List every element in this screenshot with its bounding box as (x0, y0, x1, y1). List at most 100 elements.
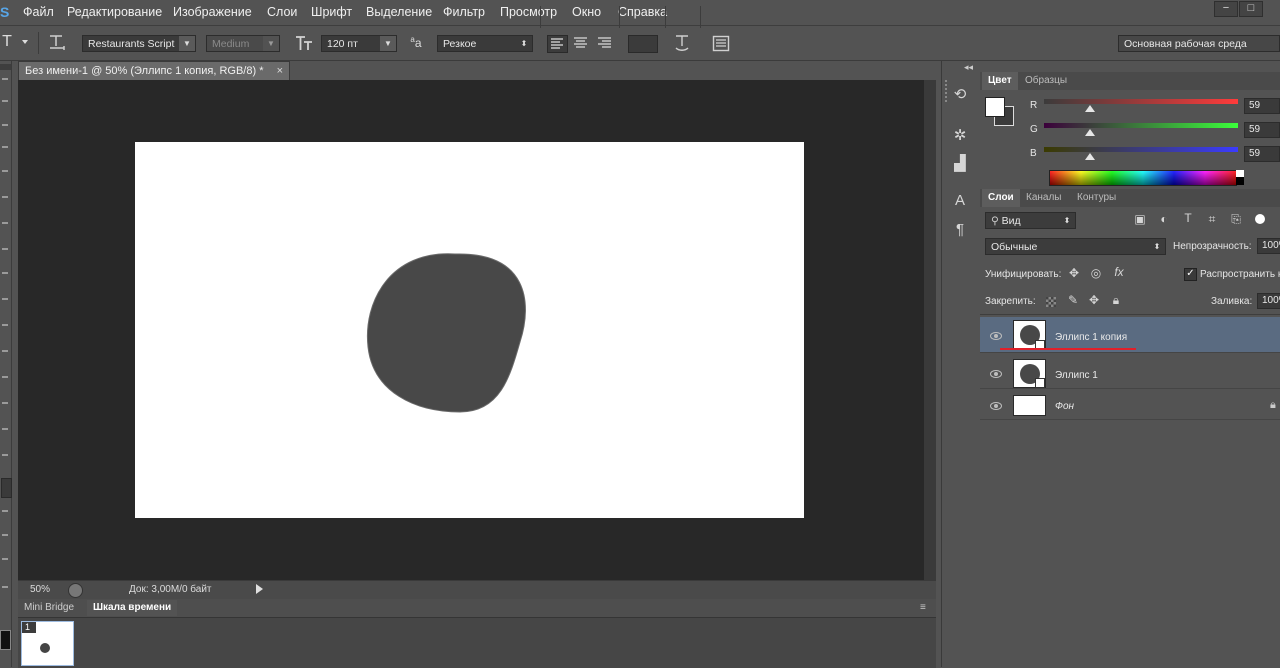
menu-view[interactable]: Просмотр (500, 5, 557, 19)
tool-eraser-icon[interactable] (2, 324, 8, 326)
foreground-color-swatch[interactable] (0, 630, 11, 650)
zoom-level[interactable]: 50% (30, 584, 50, 595)
spectrum-black-swatch[interactable] (1236, 177, 1244, 185)
opacity-value[interactable]: 100% (1257, 238, 1280, 254)
green-value[interactable]: 59 (1244, 122, 1280, 138)
unify-style-icon[interactable]: fx (1111, 265, 1127, 279)
menu-window[interactable]: Окно (572, 5, 601, 19)
tab-channels[interactable]: Каналы (1020, 189, 1068, 207)
layer-name[interactable]: Эллипс 1 копия (1055, 332, 1127, 343)
ellipse-shape[interactable] (135, 142, 804, 518)
filter-shape-icon[interactable]: ⌗ (1205, 212, 1219, 227)
visibility-eye-icon[interactable] (990, 332, 1002, 340)
visibility-eye-icon[interactable] (990, 402, 1002, 410)
status-share-icon[interactable] (68, 583, 83, 598)
tool-extra-icon[interactable] (2, 586, 8, 588)
lock-transparency-icon[interactable] (1046, 297, 1056, 307)
tab-timeline[interactable]: Шкала времени (87, 600, 178, 616)
filter-toggle-icon[interactable] (1255, 214, 1265, 224)
menu-select[interactable]: Выделение (366, 5, 432, 19)
red-value[interactable]: 59 (1244, 98, 1280, 114)
foreground-swatch-top[interactable] (985, 97, 1005, 117)
filter-smart-object-icon[interactable]: ⎘ (1229, 212, 1243, 227)
tool-crop-icon[interactable] (2, 170, 8, 172)
tool-history-brush-icon[interactable] (2, 298, 8, 300)
tab-layers[interactable]: Слои (982, 189, 1020, 207)
timeline-frame[interactable]: 1 (21, 621, 74, 666)
tool-stamp-icon[interactable] (2, 272, 8, 274)
lock-position-icon[interactable]: ✥ (1087, 293, 1101, 307)
tool-marquee-icon[interactable] (2, 100, 8, 102)
green-slider-thumb[interactable] (1085, 129, 1095, 136)
minimize-button[interactable]: − (1214, 1, 1238, 17)
menu-type[interactable]: Шрифт (311, 5, 352, 19)
fill-value[interactable]: 100% (1257, 293, 1280, 309)
tool-lasso-icon[interactable] (2, 124, 8, 126)
filter-pixel-icon[interactable]: ▣ (1133, 212, 1147, 226)
paragraph-icon[interactable]: ¶ (950, 221, 970, 238)
canvas[interactable] (135, 142, 804, 518)
vertical-scrollbar[interactable] (924, 80, 936, 580)
align-left-icon[interactable] (547, 35, 568, 53)
layer-thumbnail[interactable] (1013, 359, 1046, 388)
align-right-icon[interactable] (595, 35, 614, 54)
tool-healing-icon[interactable] (2, 222, 8, 224)
blue-value[interactable]: 59 (1244, 146, 1280, 162)
maximize-button[interactable]: □ (1239, 1, 1263, 17)
warp-text-icon[interactable] (673, 33, 691, 56)
tool-type-icon[interactable] (2, 454, 8, 456)
green-slider[interactable] (1044, 123, 1238, 128)
menu-edit[interactable]: Редактирование (67, 5, 162, 19)
play-arrow-icon[interactable] (256, 584, 263, 594)
layer-name[interactable]: Фон (1055, 401, 1074, 412)
red-slider[interactable] (1044, 99, 1238, 104)
menu-image[interactable]: Изображение (173, 5, 252, 19)
tool-zoom-icon[interactable] (2, 558, 8, 560)
tab-paths[interactable]: Контуры (1071, 189, 1122, 207)
unify-position-icon[interactable]: ✥ (1067, 266, 1081, 280)
collapse-arrows-icon[interactable]: ◂◂ (964, 62, 973, 73)
tab-swatches[interactable]: Образцы (1019, 72, 1073, 90)
navigator-icon[interactable]: ✲ (950, 126, 970, 144)
color-spectrum[interactable] (1049, 170, 1237, 186)
red-slider-thumb[interactable] (1085, 105, 1095, 112)
tool-shape-icon[interactable] (2, 510, 8, 512)
tab-color[interactable]: Цвет (982, 72, 1018, 90)
tool-quick-select-icon[interactable] (2, 146, 8, 148)
orientation-icon[interactable] (48, 33, 66, 54)
menu-help[interactable]: Справка (618, 5, 667, 19)
tool-preset-arrow-icon[interactable] (22, 40, 28, 44)
tool-eyedropper-icon[interactable] (2, 196, 8, 198)
lock-all-icon[interactable]: 🔒︎ (1109, 293, 1123, 308)
text-color-swatch[interactable] (628, 35, 658, 53)
unify-visibility-icon[interactable]: ◎ (1089, 266, 1103, 280)
filter-type-icon[interactable]: T (1181, 211, 1195, 225)
character-icon[interactable]: A (950, 192, 970, 209)
tool-move-icon[interactable] (2, 78, 8, 80)
close-icon[interactable]: × (277, 62, 283, 80)
history-icon[interactable]: ⟲ (950, 85, 970, 103)
lock-pixels-icon[interactable]: ✎ (1066, 293, 1080, 307)
character-panel-icon[interactable] (712, 35, 730, 55)
blue-slider[interactable] (1044, 147, 1238, 152)
tool-pen-icon[interactable] (2, 428, 8, 430)
tool-gradient-icon[interactable] (2, 350, 8, 352)
font-size-select[interactable]: 120 пт ▼ (321, 35, 397, 52)
font-family-select[interactable]: Restaurants Script ▼ (82, 35, 196, 52)
tool-blur-icon[interactable] (2, 376, 8, 378)
workspace-select[interactable]: Основная рабочая среда (1118, 35, 1280, 52)
layer-name[interactable]: Эллипс 1 (1055, 370, 1098, 381)
menu-file[interactable]: Файл (23, 5, 54, 19)
visibility-eye-icon[interactable] (990, 370, 1002, 378)
menu-layers[interactable]: Слои (267, 5, 297, 19)
tool-hand-icon[interactable] (2, 534, 8, 536)
tab-mini-bridge[interactable]: Mini Bridge (18, 600, 80, 616)
tool-brush-icon[interactable] (2, 248, 8, 250)
blue-slider-thumb[interactable] (1085, 153, 1095, 160)
document-tab[interactable]: Без имени-1 @ 50% (Эллипс 1 копия, RGB/8… (18, 61, 290, 80)
histogram-icon[interactable]: ▟ (950, 154, 970, 172)
spectrum-white-swatch[interactable] (1236, 170, 1244, 177)
panel-menu-icon[interactable]: ≡ (920, 602, 926, 613)
font-style-select[interactable]: Medium ▼ (206, 35, 280, 52)
filter-adjustment-icon[interactable]: ◐ (1157, 212, 1171, 226)
